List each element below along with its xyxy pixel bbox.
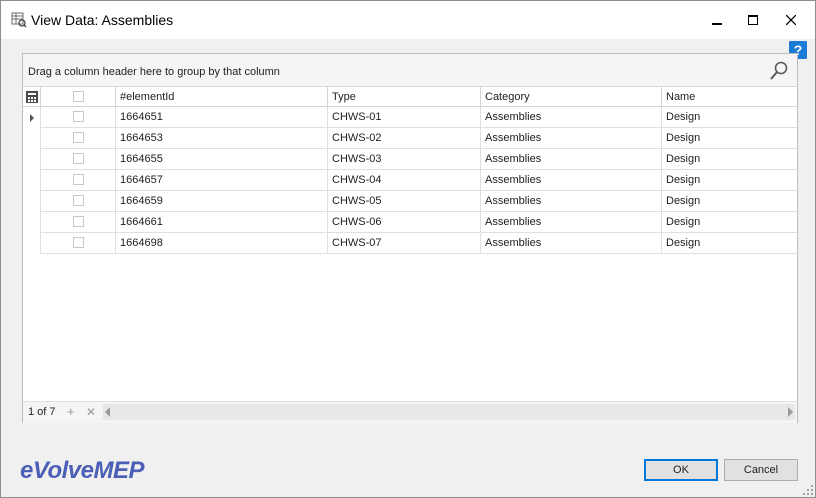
cell-name[interactable]: Design — [662, 149, 797, 170]
cell-elementid[interactable]: 1664657 — [116, 170, 328, 191]
cell-elementid[interactable]: 1664661 — [116, 212, 328, 233]
grid-footer: 1 of 7 + ✕ — [23, 401, 797, 423]
cell-category[interactable]: Assemblies — [481, 212, 662, 233]
view-data-dialog: View Data: Assemblies ? Drag a column he… — [0, 0, 816, 498]
cell-type[interactable]: CHWS-06 — [328, 212, 481, 233]
cell-category[interactable]: Assemblies — [481, 128, 662, 149]
column-header-name[interactable]: Name — [662, 87, 797, 107]
table-row[interactable]: 1664698 CHWS-07 Assemblies Design — [23, 233, 797, 254]
minimize-icon — [712, 23, 722, 25]
title-bar: View Data: Assemblies — [1, 1, 815, 39]
cell-elementid[interactable]: 1664651 — [116, 107, 328, 128]
row-indicator[interactable] — [23, 149, 41, 170]
row-indicator[interactable] — [23, 128, 41, 149]
cell-name[interactable]: Design — [662, 233, 797, 254]
row-checkbox[interactable] — [73, 153, 84, 164]
row-indicator[interactable] — [23, 170, 41, 191]
cell-elementid[interactable]: 1664653 — [116, 128, 328, 149]
cell-category[interactable]: Assemblies — [481, 107, 662, 128]
close-icon — [786, 15, 796, 25]
horizontal-scrollbar[interactable] — [103, 404, 795, 420]
row-select-cell[interactable] — [41, 212, 116, 233]
table-row[interactable]: 1664657 CHWS-04 Assemblies Design — [23, 170, 797, 191]
cell-type[interactable]: CHWS-07 — [328, 233, 481, 254]
row-checkbox[interactable] — [73, 195, 84, 206]
row-select-cell[interactable] — [41, 191, 116, 212]
row-select-cell[interactable] — [41, 107, 116, 128]
table-row[interactable]: 1664653 CHWS-02 Assemblies Design — [23, 128, 797, 149]
add-record-icon[interactable]: + — [67, 404, 75, 419]
data-grid-panel: Drag a column header here to group by th… — [22, 53, 798, 423]
select-all-checkbox[interactable] — [73, 91, 84, 102]
close-button[interactable] — [773, 1, 809, 39]
row-checkbox[interactable] — [73, 111, 84, 122]
cell-elementid[interactable]: 1664655 — [116, 149, 328, 170]
column-header-category[interactable]: Category — [481, 87, 662, 107]
cell-type[interactable]: CHWS-02 — [328, 128, 481, 149]
group-panel[interactable]: Drag a column header here to group by th… — [23, 54, 797, 87]
table-row[interactable]: 1664659 CHWS-05 Assemblies Design — [23, 191, 797, 212]
cell-elementid[interactable]: 1664659 — [116, 191, 328, 212]
table-row[interactable]: 1664655 CHWS-03 Assemblies Design — [23, 149, 797, 170]
current-row-arrow-icon — [30, 114, 34, 122]
view-data-icon — [11, 12, 27, 28]
table-row[interactable]: 1664651 CHWS-01 Assemblies Design — [23, 107, 797, 128]
search-icon[interactable] — [769, 61, 789, 81]
maximize-button[interactable] — [735, 1, 771, 39]
cell-type[interactable]: CHWS-04 — [328, 170, 481, 191]
group-panel-hint: Drag a column header here to group by th… — [28, 66, 280, 78]
column-header-elementid[interactable]: #elementId — [116, 87, 328, 107]
cell-type[interactable]: CHWS-03 — [328, 149, 481, 170]
delete-record-icon[interactable]: ✕ — [86, 405, 96, 419]
evolvemep-logo: eVolveMEP — [20, 457, 145, 484]
cell-name[interactable]: Design — [662, 107, 797, 128]
row-checkbox[interactable] — [73, 237, 84, 248]
record-counter: 1 of 7 — [28, 406, 56, 418]
cell-name[interactable]: Design — [662, 170, 797, 191]
scroll-right-icon[interactable] — [788, 407, 793, 417]
row-checkbox[interactable] — [73, 132, 84, 143]
minimize-button[interactable] — [699, 1, 735, 39]
cell-type[interactable]: CHWS-05 — [328, 191, 481, 212]
select-all-header[interactable] — [41, 87, 116, 107]
row-indicator[interactable] — [23, 107, 41, 128]
window-title: View Data: Assemblies — [31, 12, 174, 28]
cancel-button[interactable]: Cancel — [724, 459, 798, 481]
cell-category[interactable]: Assemblies — [481, 191, 662, 212]
cell-name[interactable]: Design — [662, 128, 797, 149]
row-indicator[interactable] — [23, 212, 41, 233]
scroll-left-icon[interactable] — [105, 407, 110, 417]
maximize-icon — [748, 15, 758, 25]
cell-name[interactable]: Design — [662, 191, 797, 212]
cell-category[interactable]: Assemblies — [481, 233, 662, 254]
row-checkbox[interactable] — [73, 216, 84, 227]
row-select-cell[interactable] — [41, 128, 116, 149]
cell-category[interactable]: Assemblies — [481, 170, 662, 191]
resize-grip-icon[interactable] — [803, 485, 813, 495]
cell-name[interactable]: Design — [662, 212, 797, 233]
column-chooser-button[interactable] — [23, 87, 41, 107]
ok-button[interactable]: OK — [644, 459, 718, 481]
row-checkbox[interactable] — [73, 174, 84, 185]
cell-category[interactable]: Assemblies — [481, 149, 662, 170]
column-header-type[interactable]: Type — [328, 87, 481, 107]
row-indicator[interactable] — [23, 233, 41, 254]
cell-type[interactable]: CHWS-01 — [328, 107, 481, 128]
table-row[interactable]: 1664661 CHWS-06 Assemblies Design — [23, 212, 797, 233]
row-select-cell[interactable] — [41, 149, 116, 170]
row-indicator[interactable] — [23, 191, 41, 212]
row-select-cell[interactable] — [41, 233, 116, 254]
cell-elementid[interactable]: 1664698 — [116, 233, 328, 254]
column-chooser-icon — [26, 91, 38, 103]
row-select-cell[interactable] — [41, 170, 116, 191]
